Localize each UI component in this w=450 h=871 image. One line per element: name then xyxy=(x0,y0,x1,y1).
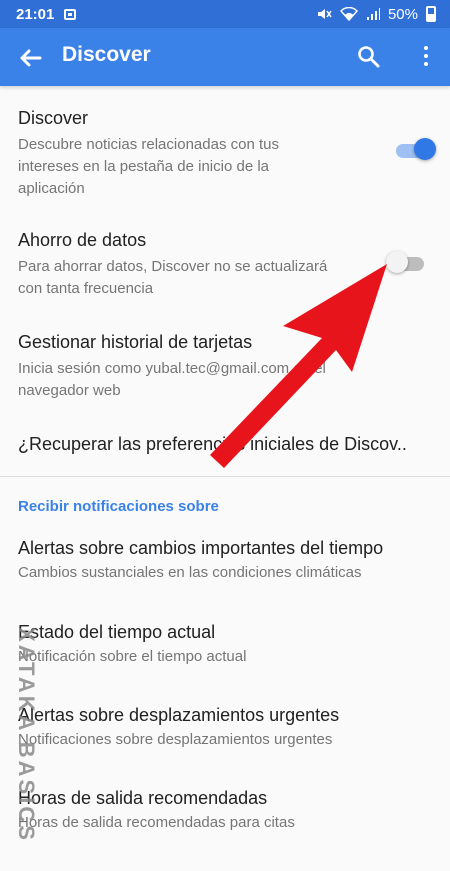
signal-icon xyxy=(366,8,380,20)
setting-card-history[interactable]: Gestionar historial de tarjetas Inicia s… xyxy=(0,312,450,402)
battery-icon xyxy=(426,6,436,22)
wifi-icon xyxy=(339,7,358,21)
setting-summary: Cambios sustanciales en las condiciones … xyxy=(18,564,362,581)
search-icon[interactable] xyxy=(356,44,382,70)
status-time: 21:01 xyxy=(16,5,55,23)
status-bar: 21:01 50% xyxy=(0,0,450,28)
section-header: Recibir notificaciones sobre xyxy=(18,498,219,515)
notification-commute-alerts[interactable]: Alertas sobre desplazamientos urgentes N… xyxy=(0,695,450,761)
mail-icon xyxy=(64,8,77,20)
setting-summary: Notificación sobre el tiempo actual xyxy=(18,648,247,665)
more-vert-icon[interactable] xyxy=(418,42,434,72)
setting-summary: Inicia sesión como yubal.tec@gmail.com e… xyxy=(18,360,326,399)
setting-title: Gestionar historial de tarjetas xyxy=(18,332,253,352)
setting-data-saver[interactable]: Ahorro de datos Para ahorrar datos, Disc… xyxy=(0,210,450,300)
setting-summary: Horas de salida recomendadas para citas xyxy=(18,814,295,831)
setting-reset-preferences[interactable]: ¿Recuperar las preferencias iniciales de… xyxy=(0,416,450,474)
setting-summary: Para ahorrar datos, Discover no se actua… xyxy=(18,258,328,297)
mute-icon xyxy=(317,9,332,19)
setting-title: Discover xyxy=(18,108,89,128)
setting-title: Alertas sobre desplazamientos urgentes xyxy=(18,705,340,725)
setting-title: Horas de salida recomendadas xyxy=(18,788,268,808)
battery-percent: 50% xyxy=(387,5,418,23)
status-icons: 50% xyxy=(316,0,436,28)
setting-title: Alertas sobre cambios importantes del ti… xyxy=(18,538,384,558)
setting-discover[interactable]: Discover Descubre noticias relacionadas … xyxy=(0,86,450,200)
setting-title: ¿Recuperar las preferencias iniciales de… xyxy=(18,434,407,454)
section-divider xyxy=(0,476,450,477)
watermark-logo: XATAKA BASICS xyxy=(13,627,39,843)
app-bar: Discover xyxy=(0,28,450,86)
setting-title: Ahorro de datos xyxy=(18,230,147,250)
setting-summary: Descubre noticias relacionadas con tus i… xyxy=(18,136,279,197)
discover-toggle[interactable] xyxy=(396,138,436,160)
page-title: Discover xyxy=(62,43,151,66)
notification-departure-times[interactable]: Horas de salida recomendadas Horas de sa… xyxy=(0,778,450,844)
back-arrow-icon[interactable] xyxy=(14,42,46,74)
notification-current-weather[interactable]: Estado del tiempo actual Notificación so… xyxy=(0,612,450,678)
data-saver-toggle[interactable] xyxy=(386,251,430,273)
notification-weather-alerts[interactable]: Alertas sobre cambios importantes del ti… xyxy=(0,528,450,594)
setting-summary: Notificaciones sobre desplazamientos urg… xyxy=(18,731,333,748)
setting-title: Estado del tiempo actual xyxy=(18,622,216,642)
